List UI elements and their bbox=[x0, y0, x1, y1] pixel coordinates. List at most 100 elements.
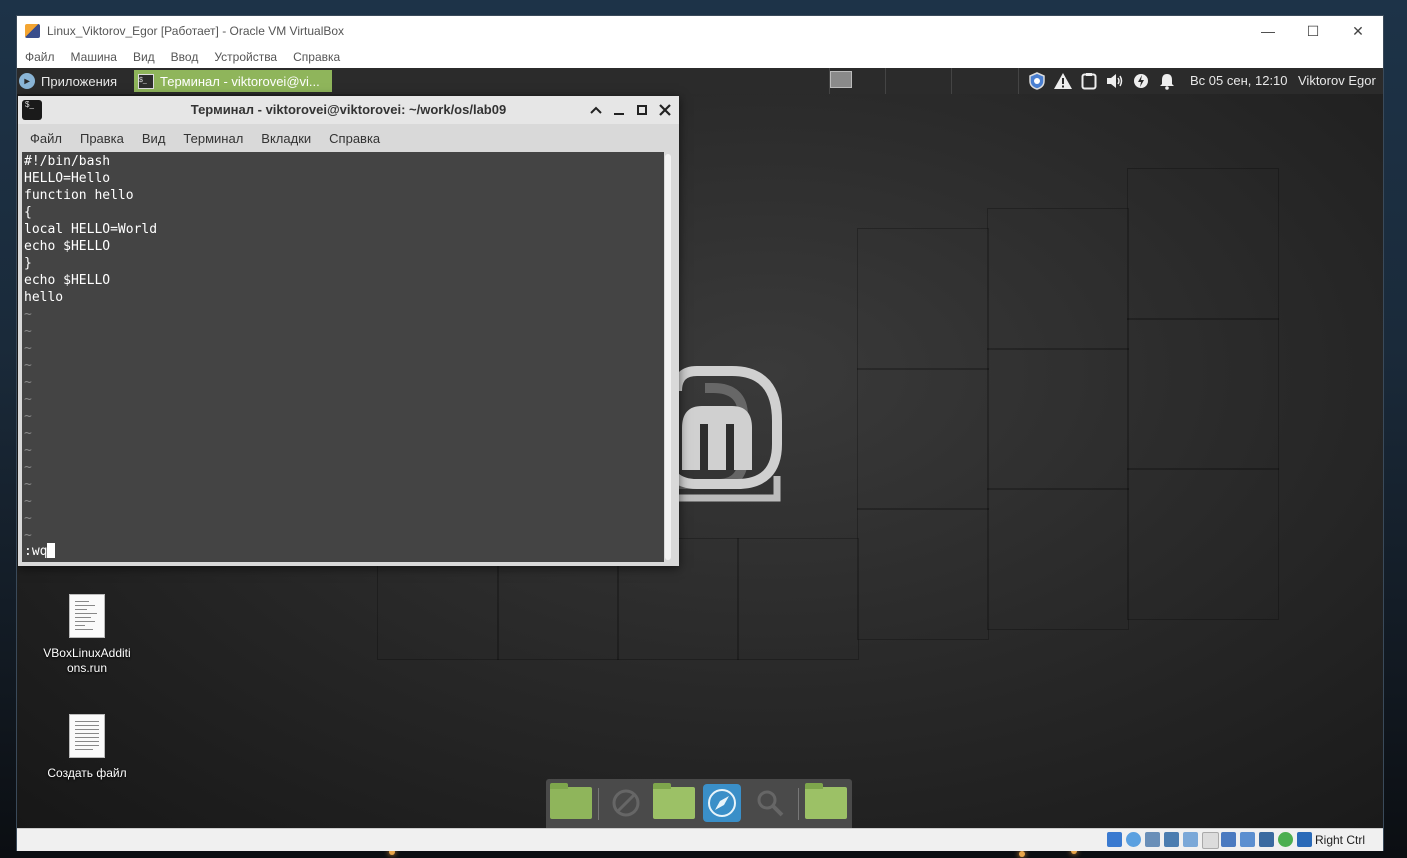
menu-devices[interactable]: Устройства bbox=[206, 50, 285, 64]
terminal-minimize-button[interactable] bbox=[609, 100, 629, 120]
menu-machine[interactable]: Машина bbox=[63, 50, 125, 64]
shield-icon[interactable] bbox=[1027, 71, 1047, 91]
folder-icon bbox=[805, 783, 847, 819]
buffer-line: HELLO=Hello bbox=[24, 171, 111, 186]
keyboard-capture-icon[interactable] bbox=[1297, 832, 1312, 847]
folder-icon bbox=[653, 783, 695, 819]
close-button[interactable]: ✕ bbox=[1346, 20, 1370, 42]
menu-help[interactable]: Справка bbox=[285, 50, 348, 64]
terminal-menu-view[interactable]: Вид bbox=[133, 131, 175, 146]
clipboard-icon[interactable] bbox=[1079, 71, 1099, 91]
dock-blocked-item[interactable] bbox=[605, 784, 647, 822]
virtualbox-menubar: Файл Машина Вид Ввод Устройства Справка bbox=[17, 46, 1383, 68]
top-panel: ▸ Приложения $_ Терминал - viktorovei@vi… bbox=[17, 68, 1383, 94]
dock-search[interactable] bbox=[749, 784, 791, 822]
menu-input[interactable]: Ввод bbox=[163, 50, 207, 64]
volume-icon[interactable] bbox=[1105, 71, 1125, 91]
audio-icon[interactable] bbox=[1145, 832, 1160, 847]
text-file-icon bbox=[69, 714, 105, 758]
terminal-menu-tabs[interactable]: Вкладки bbox=[252, 131, 320, 146]
wallpaper-tile bbox=[987, 208, 1129, 350]
desktop-icon-create-file[interactable]: Создать файл bbox=[37, 714, 137, 781]
usb-icon[interactable] bbox=[1183, 832, 1198, 847]
terminal-menu-edit[interactable]: Правка bbox=[71, 131, 133, 146]
empty-line-tilde: ~ bbox=[24, 494, 32, 509]
buffer-line: echo $HELLO bbox=[24, 273, 111, 288]
wallpaper-tile bbox=[1127, 468, 1279, 620]
minimize-button[interactable]: — bbox=[1256, 20, 1280, 42]
virtualbox-window: Linux_Viktorov_Egor [Работает] - Oracle … bbox=[17, 16, 1383, 851]
menu-file[interactable]: Файл bbox=[17, 50, 63, 64]
search-icon bbox=[757, 790, 784, 817]
mint-menu-icon: ▸ bbox=[19, 73, 35, 89]
recording-icon[interactable] bbox=[1240, 832, 1255, 847]
dock-separator bbox=[598, 788, 599, 820]
wallpaper-tile bbox=[1127, 318, 1279, 470]
empty-line-tilde: ~ bbox=[24, 511, 32, 526]
user-name[interactable]: Viktorov Egor bbox=[1298, 73, 1376, 88]
terminal-titlebar[interactable]: $_ Терминал - viktorovei@viktorovei: ~/w… bbox=[18, 96, 679, 124]
wallpaper-tile bbox=[1127, 168, 1279, 320]
terminal-menu-terminal[interactable]: Терминал bbox=[174, 131, 252, 146]
applications-menu-button[interactable]: ▸ Приложения bbox=[19, 70, 117, 92]
taskbar-terminal-button[interactable]: $_ Терминал - viktorovei@vi... bbox=[134, 70, 332, 92]
display-icon[interactable] bbox=[1221, 832, 1236, 847]
terminal-scrollbar[interactable] bbox=[665, 154, 671, 560]
dock-home-folder[interactable] bbox=[805, 783, 847, 822]
desktop-icon-label: Создать файл bbox=[47, 766, 127, 780]
optical-drive-icon[interactable] bbox=[1126, 832, 1141, 847]
empty-line-tilde: ~ bbox=[24, 460, 32, 475]
desktop-icon-vboxlinuxadditions[interactable]: VBoxLinuxAdditi ons.run bbox=[37, 594, 137, 676]
dock-terminal-folder[interactable] bbox=[550, 783, 592, 822]
empty-line-tilde: ~ bbox=[24, 477, 32, 492]
guest-additions-icon[interactable] bbox=[1278, 832, 1293, 847]
buffer-line: #!/bin/bash bbox=[24, 154, 111, 169]
workspace-switcher[interactable] bbox=[830, 71, 852, 88]
shared-folders-icon[interactable] bbox=[1202, 832, 1219, 849]
chevron-up-icon[interactable] bbox=[586, 100, 606, 120]
empty-line-tilde: ~ bbox=[24, 307, 32, 322]
terminal-menu-file[interactable]: Файл bbox=[18, 131, 71, 146]
desktop-icon-label: VBoxLinuxAdditi ons.run bbox=[43, 646, 131, 675]
empty-line-tilde: ~ bbox=[24, 324, 32, 339]
vm-screen[interactable]: ▸ Приложения $_ Терминал - viktorovei@vi… bbox=[17, 68, 1383, 828]
blocked-icon bbox=[612, 789, 640, 817]
terminal-title: Терминал - viktorovei@viktorovei: ~/work… bbox=[190, 102, 507, 117]
virtualbox-titlebar[interactable]: Linux_Viktorov_Egor [Работает] - Oracle … bbox=[17, 16, 1383, 46]
warning-icon[interactable] bbox=[1053, 71, 1073, 91]
virtualization-icon[interactable] bbox=[1259, 832, 1274, 847]
maximize-button[interactable]: ☐ bbox=[1301, 20, 1325, 42]
terminal-maximize-button[interactable] bbox=[632, 100, 652, 120]
power-icon[interactable] bbox=[1131, 71, 1151, 91]
hard-disk-icon[interactable] bbox=[1107, 832, 1122, 847]
compass-icon bbox=[703, 784, 741, 822]
dock bbox=[546, 779, 852, 828]
dock-files[interactable] bbox=[653, 783, 695, 822]
vim-command-line[interactable]: :wq bbox=[24, 543, 56, 560]
folder-icon bbox=[550, 783, 592, 819]
empty-line-tilde: ~ bbox=[24, 528, 32, 543]
terminal-screen[interactable]: #!/bin/bash HELLO=Hello function hello {… bbox=[22, 152, 664, 562]
panel-separator bbox=[1018, 68, 1019, 94]
menu-view[interactable]: Вид bbox=[125, 50, 163, 64]
virtualbox-statusbar: Right Ctrl bbox=[17, 828, 1383, 851]
terminal-menubar: Файл Правка Вид Терминал Вкладки Справка bbox=[18, 124, 679, 152]
virtualbox-title: Linux_Viktorov_Egor [Работает] - Oracle … bbox=[47, 24, 345, 38]
network-icon[interactable] bbox=[1164, 832, 1179, 847]
empty-line-tilde: ~ bbox=[24, 358, 32, 373]
script-file-icon bbox=[69, 594, 105, 638]
terminal-menu-help[interactable]: Справка bbox=[320, 131, 389, 146]
terminal-icon: $_ bbox=[138, 73, 154, 89]
wallpaper-tile bbox=[987, 348, 1129, 490]
empty-line-tilde: ~ bbox=[24, 375, 32, 390]
taskbar-terminal-label: Терминал - viktorovei@vi... bbox=[160, 73, 320, 89]
wallpaper-tile bbox=[857, 508, 989, 640]
wallpaper-tile bbox=[857, 368, 989, 510]
dock-web-browser[interactable] bbox=[701, 784, 743, 822]
vim-buffer: #!/bin/bash HELLO=Hello function hello {… bbox=[24, 153, 157, 544]
empty-line-tilde: ~ bbox=[24, 443, 32, 458]
notifications-bell-icon[interactable] bbox=[1157, 71, 1177, 91]
terminal-close-button[interactable] bbox=[655, 100, 675, 120]
clock[interactable]: Вс 05 сен, 12:10 bbox=[1190, 73, 1288, 88]
empty-line-tilde: ~ bbox=[24, 426, 32, 441]
